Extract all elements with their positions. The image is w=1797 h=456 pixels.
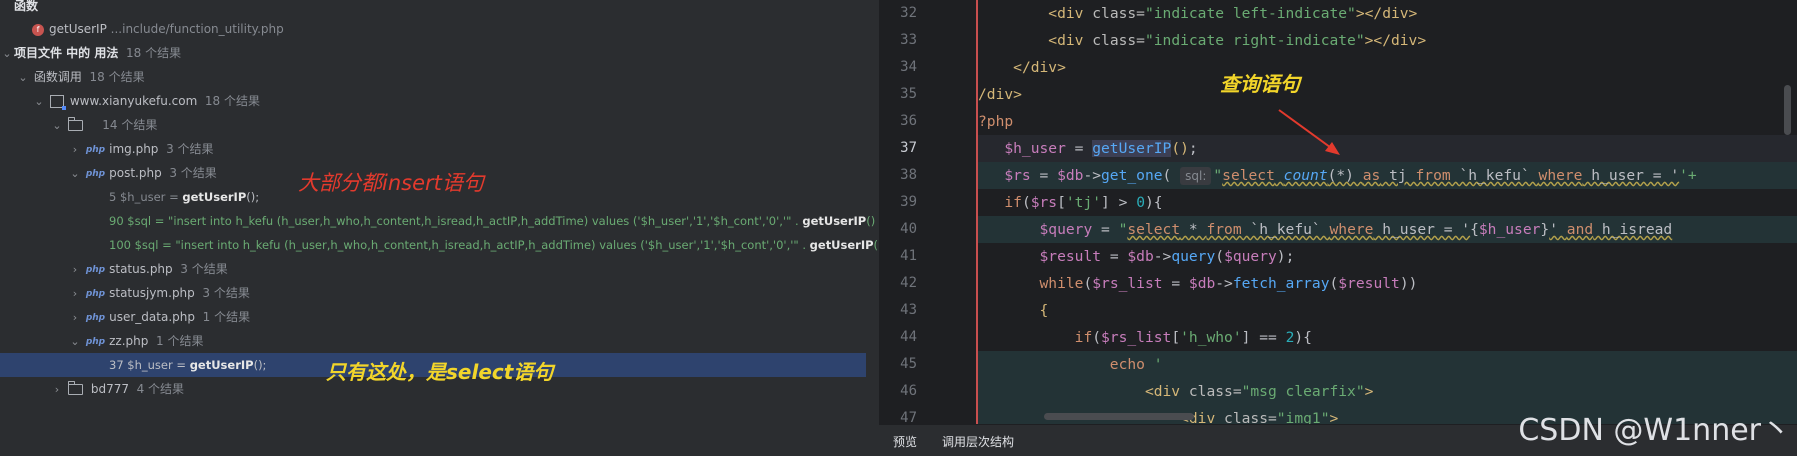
function-icon: f — [32, 23, 44, 36]
folder-count: 4 个结果 — [136, 382, 185, 396]
folder-row[interactable]: ⌄ 14 个结果 — [0, 113, 870, 137]
calls-group[interactable]: ⌄ 函数调用 18 个结果 — [0, 65, 870, 89]
usage-result-code: () . "','" — [866, 214, 879, 228]
usage-highlight: getUserIP — [802, 214, 867, 228]
chevron-right-icon[interactable]: › — [68, 258, 82, 282]
target-function-path: ...include/function_utility.php — [110, 22, 284, 36]
file-row-status[interactable]: › php status.php 3 个结果 — [0, 257, 870, 281]
chevron-down-icon[interactable]: ⌄ — [0, 42, 14, 66]
tab-preview[interactable]: 预览 — [893, 433, 917, 450]
tab-call-hierarchy[interactable]: 调用层次结构 — [942, 433, 1014, 450]
file-name: statusjym.php — [109, 286, 195, 300]
code-editor[interactable]: 32 33 34 35 36 37 38 39 40 41 42 43 44 4… — [879, 0, 1797, 456]
php-file-icon: php — [85, 168, 106, 179]
file-count: 3 个结果 — [202, 286, 250, 300]
find-usages-panel: 函数 f getUserIP ...include/function_utilit… — [0, 0, 879, 456]
usages-group[interactable]: ⌄ 项目文件 中的 用法 18 个结果 — [0, 41, 870, 65]
chevron-right-icon[interactable]: › — [68, 306, 82, 330]
chevron-down-icon[interactable]: ⌄ — [68, 330, 82, 354]
file-count: 3 个结果 — [180, 262, 228, 276]
file-count: 1 个结果 — [202, 310, 251, 324]
usage-highlight: getUserIP — [189, 358, 254, 372]
php-file-icon: php — [85, 288, 106, 299]
usage-result-code: (); — [246, 190, 260, 204]
file-row-statusjym[interactable]: › php statusjym.php 3 个结果 — [0, 281, 870, 305]
usage-highlight: getUserIP — [182, 190, 247, 204]
chevron-right-icon[interactable]: › — [68, 282, 82, 306]
php-file-icon: php — [85, 312, 106, 323]
file-row-zz[interactable]: ⌄ php zz.php 1 个结果 — [0, 329, 870, 353]
functions-header: 函数 — [14, 0, 39, 13]
folder-count: 14 个结果 — [102, 118, 158, 132]
select-annotation: 只有这处，是select语句 — [326, 360, 554, 384]
usage-result-code: 100 $sql = "insert into h_kefu (h_user,h… — [109, 238, 810, 252]
file-row-user-data[interactable]: › php user_data.php 1 个结果 — [0, 305, 870, 329]
file-name: post.php — [109, 166, 162, 180]
usage-result[interactable]: 100 $sql = "insert into h_kefu (h_user,h… — [109, 233, 879, 257]
file-count: 3 个结果 — [166, 142, 214, 156]
module-count: 18 个结果 — [204, 94, 260, 108]
file-count: 3 个结果 — [169, 166, 217, 180]
usage-result-code: 90 $sql = "insert into h_kefu (h_user,h_… — [109, 214, 803, 228]
usages-label: 项目文件 中的 用法 — [14, 46, 119, 60]
folder-icon — [67, 381, 83, 395]
chevron-down-icon[interactable]: ⌄ — [16, 66, 30, 90]
php-file-icon: php — [85, 264, 106, 275]
file-name: zz.php — [109, 334, 149, 348]
module-icon — [49, 95, 66, 110]
annotation-arrow — [1278, 109, 1340, 155]
chevron-down-icon[interactable]: ⌄ — [32, 90, 46, 114]
chevron-right-icon[interactable]: › — [50, 378, 64, 402]
file-count: 1 个结果 — [156, 334, 204, 348]
insert-annotation: 大部分都insert语句 — [298, 171, 484, 195]
target-function-name: getUserIP — [49, 22, 107, 36]
target-function-row[interactable]: f getUserIP ...include/function_utility.p… — [0, 17, 870, 41]
chevron-right-icon[interactable]: › — [68, 138, 82, 162]
php-file-icon: php — [85, 336, 106, 347]
calls-count: 18 个结果 — [89, 70, 145, 84]
folder-icon — [67, 117, 83, 131]
module-label: www.xianyukefu.com — [69, 94, 198, 108]
usage-result-code: 5 $h_user = — [109, 190, 183, 204]
chevron-down-icon[interactable]: ⌄ — [68, 162, 82, 186]
usage-result[interactable]: 90 $sql = "insert into h_kefu (h_user,h_… — [109, 209, 879, 233]
file-row-img[interactable]: › php img.php 3 个结果 — [0, 137, 870, 161]
usage-result-code: (); — [253, 358, 267, 372]
functions-group[interactable]: 函数 — [0, 0, 870, 18]
file-name: img.php — [109, 142, 159, 156]
usages-count: 18 个结果 — [126, 46, 182, 60]
module-row[interactable]: ⌄ www.xianyukefu.com 18 个结果 — [0, 89, 870, 113]
usage-result[interactable]: 5 $h_user = getUserIP(); — [109, 185, 879, 209]
file-name: status.php — [109, 262, 173, 276]
php-file-icon: php — [85, 144, 106, 155]
file-name: user_data.php — [109, 310, 195, 324]
usage-highlight: getUserIP — [809, 238, 874, 252]
usage-result-code: 37 $h_user = — [109, 358, 190, 372]
csdn-watermark: CSDN @W1nner丶 — [1518, 413, 1791, 448]
folder-label: bd777 — [90, 382, 129, 396]
chevron-down-icon[interactable]: ⌄ — [50, 114, 64, 138]
calls-label: 函数调用 — [33, 70, 82, 84]
